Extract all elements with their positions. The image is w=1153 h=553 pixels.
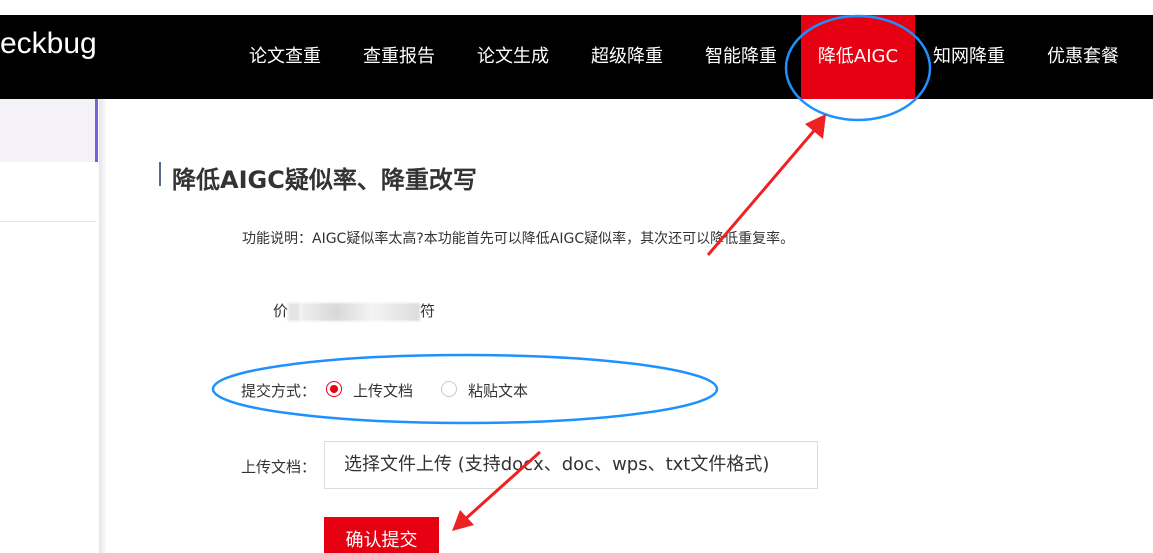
sidebar-active-item[interactable] [0,99,97,162]
nav-chaoji-jiangchong[interactable]: 超级降重 [591,15,663,99]
price-blur-1 [288,302,301,321]
nav-chachong-baogao[interactable]: 查重报告 [363,15,435,99]
upload-document-label: 上传文档： [241,458,317,476]
radio-paste-text[interactable] [441,381,457,397]
submit-method-label: 提交方式： [241,382,317,400]
annotation-arrow-submit-head [452,510,474,531]
radio-upload-document-label[interactable]: 上传文档 [353,380,413,401]
nav-jiangdi-aigc[interactable]: 降低AIGC [801,15,915,99]
price-label: 价 [273,302,289,320]
sidebar-divider [0,221,97,222]
nav-lunwen-shengcheng[interactable]: 论文生成 [477,15,549,99]
price-blur-2 [300,302,421,321]
annotation-arrow-nav-head [805,114,826,139]
heading-accent-bar [159,162,161,186]
page-title: 降低AIGC疑似率、降重改写 [172,166,477,194]
feature-description: 功能说明：AIGC疑似率太高?本功能首先可以降低AIGC疑似率，其次还可以降低重… [242,231,795,247]
sidebar-shadow [99,99,107,553]
radio-upload-document[interactable] [326,381,342,397]
nav-zhiwang-jiangchong[interactable]: 知网降重 [933,15,1005,99]
price-suffix: 符 [420,302,436,320]
site-logo[interactable]: eckbug [0,26,97,62]
nav-zhineng-jiangchong[interactable]: 智能降重 [705,15,777,99]
nav-lunwen-chachong[interactable]: 论文查重 [249,15,321,99]
radio-paste-text-label[interactable]: 粘贴文本 [468,380,528,401]
sidebar-active-indicator [95,99,98,162]
confirm-submit-button[interactable]: 确认提交 [324,517,439,553]
price-row: 价符 [273,300,435,321]
nav-youhui-taocan[interactable]: 优惠套餐 [1047,15,1119,99]
top-strip [0,0,1153,15]
sidebar [0,99,107,553]
choose-file-button[interactable]: 选择文件上传 (支持docx、doc、wps、txt文件格式) [324,441,818,489]
